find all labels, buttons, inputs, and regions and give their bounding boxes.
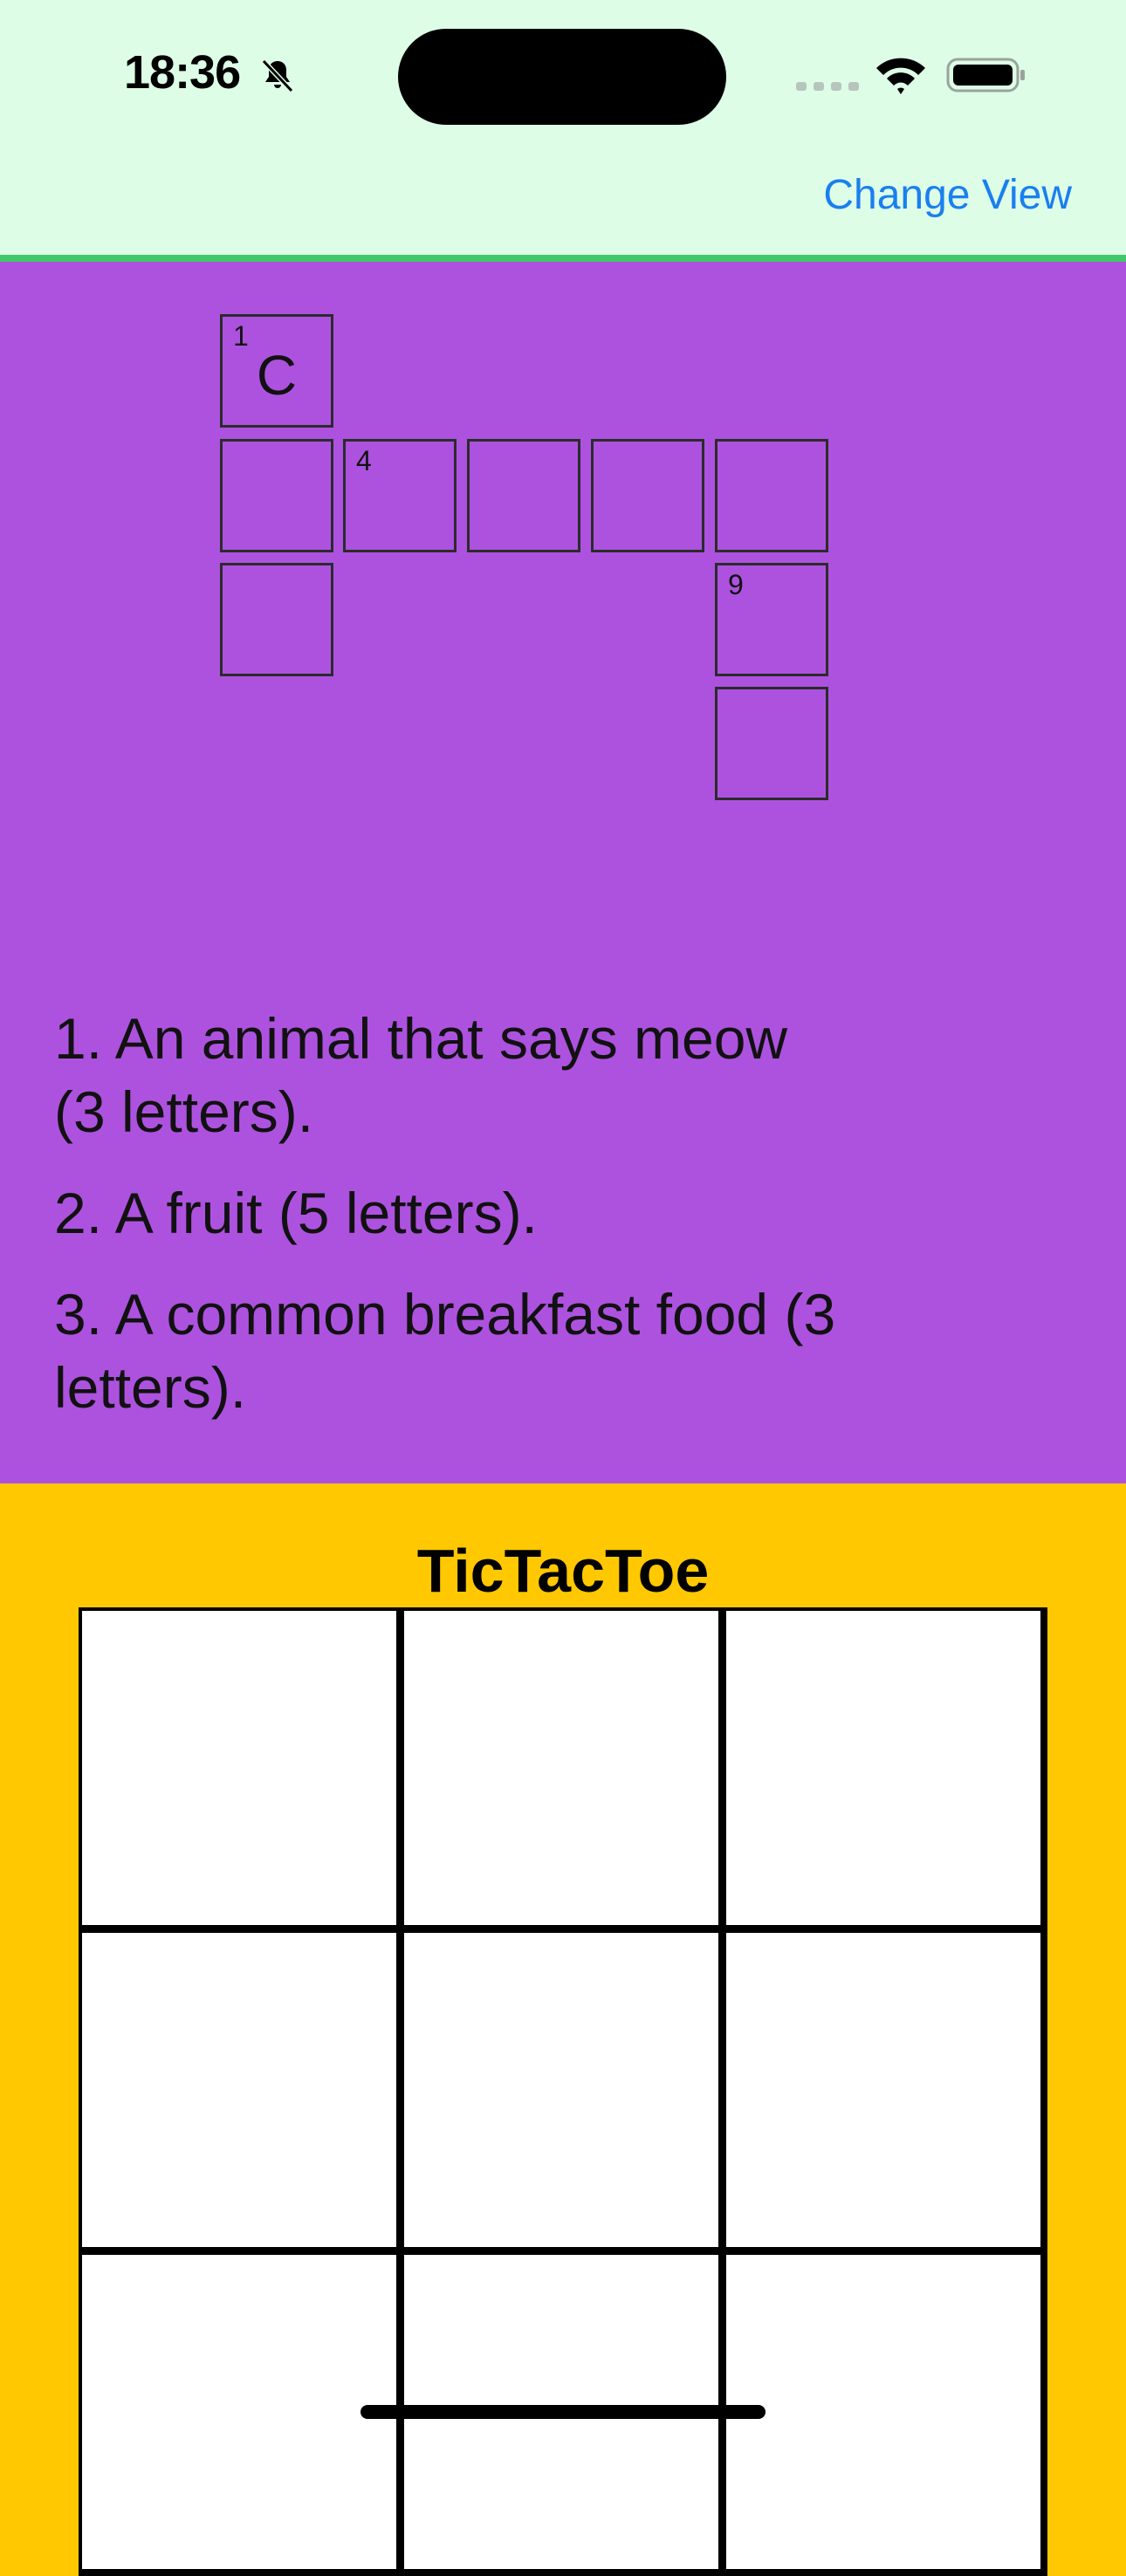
crossword-cell[interactable] bbox=[467, 439, 580, 552]
home-indicator[interactable] bbox=[360, 2405, 766, 2419]
crossword-cell[interactable]: 9 bbox=[715, 563, 828, 676]
dynamic-island bbox=[398, 29, 726, 125]
tictactoe-cell[interactable] bbox=[82, 1933, 396, 2247]
crossword-cell[interactable] bbox=[715, 439, 828, 552]
crossword-cell[interactable] bbox=[220, 439, 333, 552]
navigation-header: 18:36 Change View bbox=[0, 0, 1126, 262]
clue-item: 3. A common breakfast food (3 letters). bbox=[54, 1282, 836, 1420]
clue-item: 1. An animal that says meow (3 letters). bbox=[54, 1006, 788, 1144]
tictactoe-cell[interactable] bbox=[404, 1611, 718, 1925]
crossword-cell[interactable] bbox=[715, 687, 828, 800]
clue-list: 1. An animal that says meow (3 letters).… bbox=[54, 1002, 840, 1452]
tictactoe-title: TicTacToe bbox=[416, 1537, 710, 1605]
cellular-signal-icon bbox=[796, 82, 859, 91]
tictactoe-cell[interactable] bbox=[726, 2255, 1040, 2569]
tictactoe-cell[interactable] bbox=[726, 1933, 1040, 2247]
battery-icon bbox=[946, 58, 1025, 92]
crossword-cell[interactable] bbox=[220, 563, 333, 676]
crossword-cell[interactable]: 4 bbox=[343, 439, 457, 552]
cell-number: 9 bbox=[728, 569, 744, 600]
tictactoe-cell[interactable] bbox=[726, 1611, 1040, 1925]
bell-slash-icon bbox=[261, 58, 294, 93]
crossword-cell[interactable] bbox=[591, 439, 704, 552]
change-view-button[interactable]: Change View bbox=[823, 171, 1072, 219]
tictactoe-cell[interactable] bbox=[82, 1611, 396, 1925]
cell-number: 4 bbox=[356, 445, 372, 476]
tictactoe-cell[interactable] bbox=[404, 1933, 718, 2247]
crossword-cell[interactable]: 1 C bbox=[220, 314, 333, 428]
wifi-icon bbox=[876, 58, 925, 94]
tictactoe-cell[interactable] bbox=[82, 2255, 396, 2569]
clue-item: 2. A fruit (5 letters). bbox=[54, 1181, 538, 1245]
tictactoe-board bbox=[79, 1607, 1047, 2576]
cell-letter: C bbox=[256, 344, 298, 407]
crossword-panel: 1 C 4 9 1. An animal that says meow (3 l… bbox=[0, 262, 1126, 1483]
status-time: 18:36 bbox=[124, 46, 241, 99]
